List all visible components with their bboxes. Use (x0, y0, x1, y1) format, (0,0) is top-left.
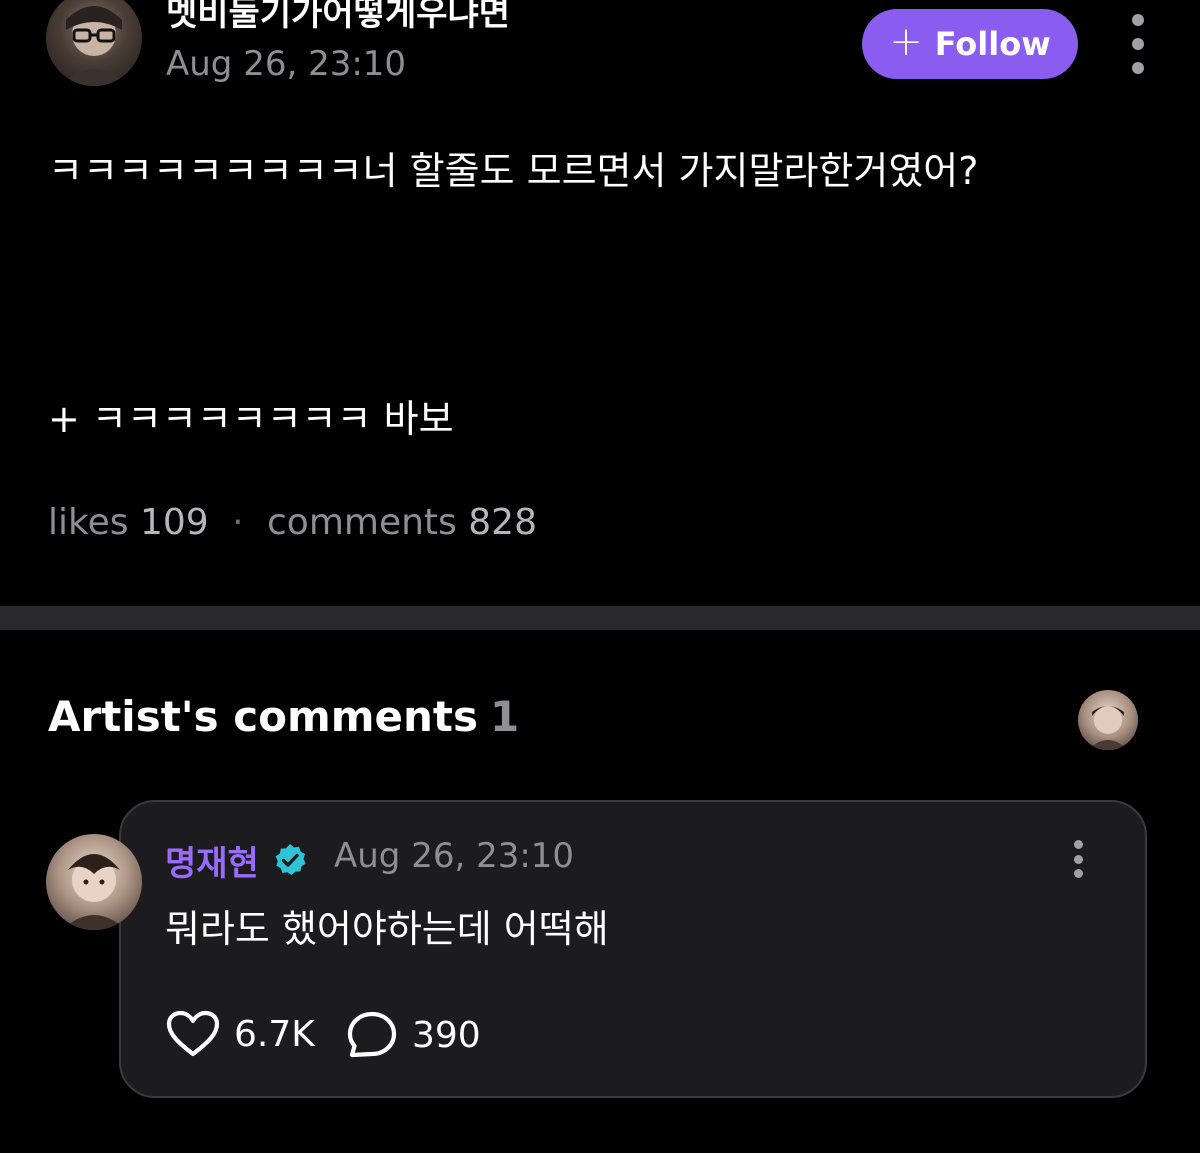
vertical-dots-icon-dot (1073, 869, 1083, 878)
post-more-button[interactable] (1120, 14, 1156, 74)
heart-outline-icon (166, 1010, 220, 1057)
author-avatar[interactable] (46, 0, 142, 86)
post-header: 멧비둘기가어떻게우냐면 Aug 26, 23:10 + Follow (0, 0, 1200, 100)
vertical-dots-icon-dot (1073, 854, 1083, 864)
artist-comments-count: 1 (490, 692, 520, 741)
commenter-name[interactable]: 명재현 (165, 836, 259, 885)
vertical-dots-icon-dot (1132, 38, 1144, 50)
comments-label[interactable]: comments (267, 502, 457, 543)
artist-comments-heading: Artist's comments 1 (48, 692, 519, 741)
section-divider (0, 606, 1200, 630)
speech-bubble-icon (347, 1011, 397, 1058)
vertical-dots-icon-dot (1132, 62, 1144, 74)
comment-more-button[interactable] (1066, 840, 1090, 878)
vertical-dots-icon (1132, 14, 1144, 26)
post-body-addendum: + ㅋㅋㅋㅋㅋㅋㅋㅋ 바보 (48, 397, 454, 441)
likes-label: likes (48, 502, 129, 543)
artist-comments-title: Artist's comments (48, 692, 478, 741)
comment-like-button[interactable]: 6.7K (166, 1010, 315, 1058)
comment-like-count: 6.7K (234, 1013, 315, 1055)
plus-icon: + (889, 19, 923, 65)
artist-avatar-small[interactable] (1078, 690, 1138, 750)
author-name[interactable]: 멧비둘기가어떻게우냐면 (166, 0, 510, 35)
comment-text: 뭐라도 했어야하는데 어떡해 (165, 907, 609, 951)
comment-reply-button[interactable]: 390 (346, 1010, 481, 1060)
likes-count: 109 (139, 502, 209, 543)
follow-label: Follow (934, 25, 1051, 63)
commenter-avatar[interactable] (46, 834, 142, 930)
vertical-dots-icon (1073, 840, 1083, 849)
verified-badge-icon (275, 844, 306, 875)
comments-count[interactable]: 828 (468, 502, 537, 543)
post-detail-screen: 멧비둘기가어떻게우냐면 Aug 26, 23:10 + Follow ㅋㅋㅋㅋㅋ… (0, 0, 1200, 1153)
stats-separator: · (232, 502, 244, 543)
post-timestamp: Aug 26, 23:10 (166, 44, 407, 84)
post-stats: likes 109 · comments 828 (48, 502, 537, 543)
comment-reply-count: 390 (412, 1014, 481, 1056)
post-body-text: ㅋㅋㅋㅋㅋㅋㅋㅋㅋ너 할줄도 모르면서 가지말라한거였어? (48, 149, 979, 193)
comment-timestamp: Aug 26, 23:10 (334, 836, 575, 876)
follow-button[interactable]: + Follow (862, 9, 1078, 79)
